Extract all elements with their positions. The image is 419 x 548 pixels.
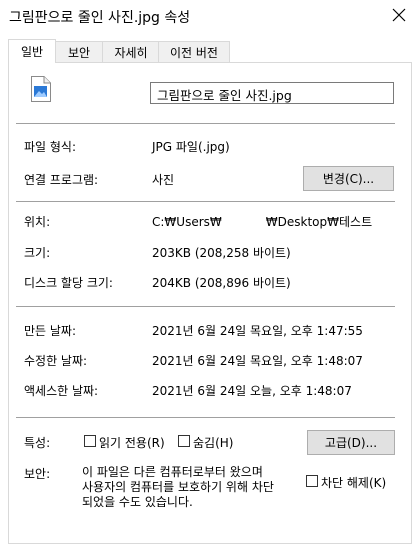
size-on-disk-value: 204KB (208,896 바이트) <box>152 276 291 290</box>
tab-details[interactable]: 자세히 <box>102 41 160 62</box>
modified-label: 수정한 날짜: <box>24 354 88 368</box>
file-type-value: JPG 파일(.jpg) <box>152 140 230 154</box>
file-type-label: 파일 형식: <box>24 140 77 154</box>
created-label: 만든 날짜: <box>24 324 77 338</box>
image-file-icon <box>31 76 51 102</box>
close-button[interactable] <box>385 0 413 30</box>
divider <box>16 123 395 124</box>
divider <box>16 306 395 307</box>
advanced-button[interactable]: 고급(D)... <box>307 430 395 455</box>
security-line: 사용자의 컴퓨터를 보호하기 위해 차단 <box>82 480 274 494</box>
hidden-checkbox[interactable] <box>178 435 190 447</box>
readonly-label[interactable]: 읽기 전용(R) <box>99 434 165 451</box>
divider <box>16 417 395 418</box>
security-line: 이 파일은 다른 컴퓨터로부터 왔으며 <box>82 465 263 479</box>
size-value: 203KB (208,258 바이트) <box>152 246 291 260</box>
size-label: 크기: <box>24 246 51 260</box>
location-suffix: ₩Desktop₩테스트 <box>265 215 373 229</box>
modified-value: 2021년 6월 24일 목요일, 오후 1:48:07 <box>152 354 363 368</box>
opens-with-label: 연결 프로그램: <box>24 173 99 187</box>
unblock-checkbox[interactable] <box>306 475 318 487</box>
change-button[interactable]: 변경(C)... <box>303 166 394 191</box>
hidden-label[interactable]: 숨김(H) <box>193 434 233 451</box>
location-label: 위치: <box>24 215 51 229</box>
readonly-checkbox[interactable] <box>84 435 96 447</box>
accessed-label: 액세스한 날짜: <box>24 384 99 398</box>
tab-security[interactable]: 보안 <box>54 41 104 62</box>
tab-general[interactable]: 일반 <box>8 39 56 63</box>
attributes-label: 특성: <box>24 436 51 450</box>
accessed-value: 2021년 6월 24일 오늘, 오후 1:48:07 <box>152 384 352 398</box>
size-on-disk-label: 디스크 할당 크기: <box>24 276 113 290</box>
file-name-input[interactable]: 그림판으로 줄인 사진.jpg <box>150 82 394 104</box>
redacted-username <box>221 216 266 229</box>
security-label: 보안: <box>24 467 51 481</box>
close-icon <box>392 8 406 22</box>
security-message: 이 파일은 다른 컴퓨터로부터 왔으며 사용자의 컴퓨터를 보호하기 위해 차단… <box>82 465 274 510</box>
opens-with-value: 사진 <box>152 173 175 187</box>
security-line: 되었을 수도 있습니다. <box>82 495 193 509</box>
divider <box>16 201 395 202</box>
location-prefix: C:₩Users₩ <box>152 215 222 229</box>
tab-previous-versions[interactable]: 이전 버전 <box>158 41 230 62</box>
unblock-label[interactable]: 차단 해제(K) <box>321 474 386 491</box>
window-title: 그림판으로 줄인 사진.jpg 속성 <box>9 10 191 26</box>
created-value: 2021년 6월 24일 목요일, 오후 1:47:55 <box>152 324 363 338</box>
location-value: C:₩Users₩ ₩Desktop₩테스트 <box>152 213 372 230</box>
